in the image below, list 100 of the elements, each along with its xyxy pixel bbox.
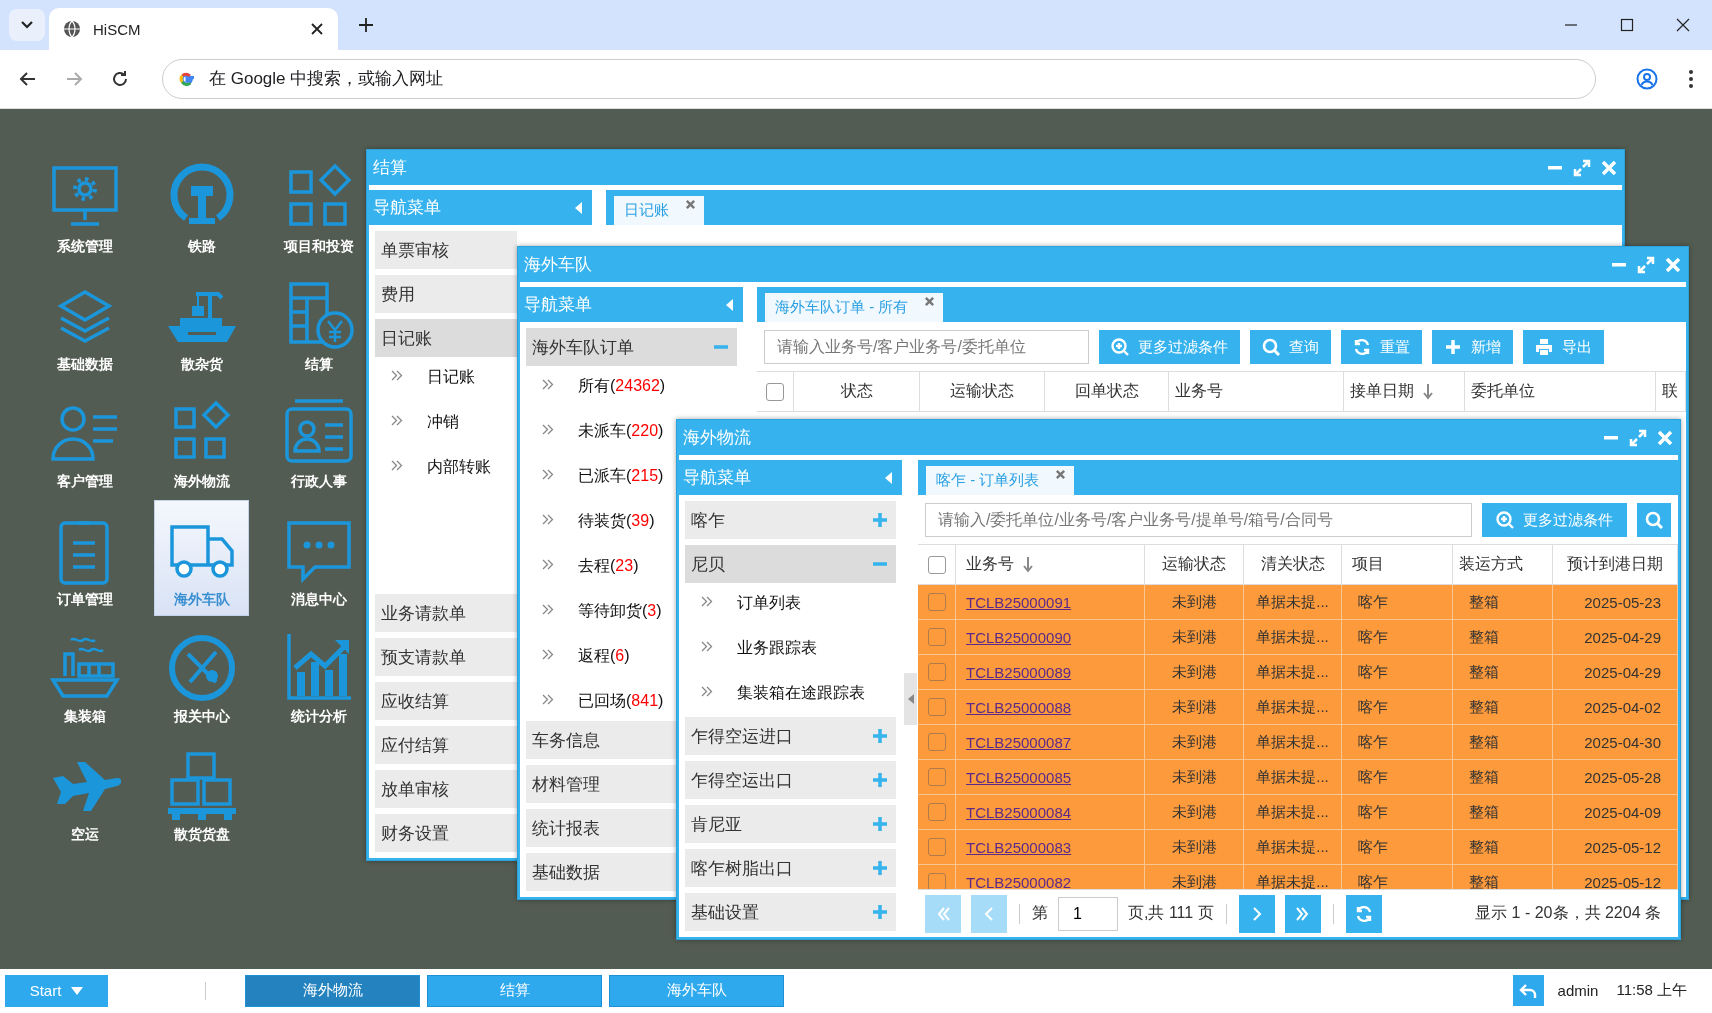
profile-icon[interactable] [1636,68,1658,90]
nav-item[interactable]: 返程(6) [526,642,676,687]
nav-group[interactable]: 乍得空运出口 [685,761,896,799]
nav-group[interactable]: 基础设置 [685,893,896,931]
nav-item[interactable]: 内部转账 [375,453,517,498]
nav-group[interactable]: 尼贝 [685,545,896,583]
nav-group[interactable]: 放单审核 [375,770,517,808]
address-field[interactable]: 在 Google 中搜索，或输入网址 [207,68,1581,90]
order-link[interactable]: TCLB25000090 [966,628,1072,646]
column-header[interactable]: 状态 [794,372,920,411]
column-header[interactable]: 项目 [1342,545,1453,584]
nav-group[interactable]: 单票审核 [375,231,517,269]
logout-button[interactable] [1512,975,1544,1006]
column-header[interactable]: 运输状态 [920,372,1045,411]
nav-item[interactable]: 所有(24362) [526,372,676,417]
nav-group[interactable]: 基础数据 [526,853,676,891]
column-header[interactable]: 委托单位 [1465,372,1656,411]
desktop-shortcut[interactable]: 报关中心 [154,617,249,733]
page-number-field[interactable]: 1 [1058,896,1118,931]
more-menu-icon[interactable] [1688,69,1694,89]
nav-item[interactable]: 未派车(220) [526,417,676,462]
table-row[interactable]: TCLB25000082 未到港 单据未提... 喀乍 整箱 2025-05-12 [918,865,1678,889]
table-row[interactable]: TCLB25000089 未到港 单据未提... 喀乍 整箱 2025-04-29 [918,655,1678,690]
checkbox[interactable] [927,628,946,646]
column-header[interactable]: 预计到港日期 [1553,545,1678,584]
nav-group[interactable]: 应付结算 [375,726,517,764]
desktop-shortcut[interactable]: 基础数据 [37,264,132,381]
collapse-triangle-icon[interactable] [574,200,584,215]
search-button[interactable] [1637,503,1671,537]
maximize-icon[interactable] [1620,18,1634,32]
table-row[interactable]: TCLB25000087 未到港 单据未提... 喀乍 整箱 2025-04-30 [918,725,1678,760]
nav-item[interactable]: 订单列表 [685,589,896,634]
desktop-shortcut[interactable]: 铁路 [154,147,249,263]
search-field[interactable]: 请输入/委托单位/业务号/客户业务号/提单号/箱号/合同号 [925,503,1472,537]
nav-item[interactable]: 已派车(215) [526,462,676,507]
desktop-shortcut[interactable]: 散货货盘 [154,734,249,851]
order-link[interactable]: TCLB25000091 [966,593,1072,611]
nav-item[interactable]: 日记账 [375,363,517,408]
browser-tab[interactable]: HiSCM [49,8,338,50]
desktop-shortcut[interactable]: 统计分析 [271,617,366,733]
nav-item[interactable]: 待装货(39) [526,507,676,552]
collapse-triangle-icon[interactable] [884,470,894,485]
nav-item[interactable]: 业务跟踪表 [685,634,896,679]
nav-group[interactable]: 肯尼亚 [685,805,896,843]
nav-group[interactable]: 车务信息 [526,721,676,759]
taskbar-button[interactable]: 海外物流 [245,974,420,1007]
next-page-button[interactable] [1238,894,1275,933]
desktop-shortcut[interactable]: 结算 [271,264,366,381]
collapse-triangle-icon[interactable] [725,297,735,312]
desktop-shortcut[interactable]: 客户管理 [37,382,132,498]
plus-icon[interactable] [872,816,888,832]
table-row[interactable]: TCLB25000091 未到港 单据未提... 喀乍 整箱 2025-05-23 [918,585,1678,620]
checkbox[interactable] [927,733,946,751]
desktop-shortcut[interactable]: 消息中心 [271,499,366,616]
column-header[interactable]: 业务号 [1169,372,1344,411]
column-header[interactable]: 运输状态 [1145,545,1244,584]
order-link[interactable]: TCLB25000082 [966,873,1072,889]
order-link[interactable]: TCLB25000084 [966,803,1072,821]
collapse-triangle-icon[interactable] [907,693,914,704]
column-header[interactable]: 清关状态 [1244,545,1342,584]
nav-group[interactable]: 费用 [375,275,517,313]
nav-group[interactable]: 统计报表 [526,809,676,847]
reload-icon[interactable] [110,69,130,89]
plus-icon[interactable] [872,772,888,788]
nav-group[interactable]: 业务请款单 [375,594,517,632]
order-link[interactable]: TCLB25000089 [966,663,1072,681]
table-row[interactable]: TCLB25000088 未到港 单据未提... 喀乍 整箱 2025-04-02 [918,690,1678,725]
nav-item[interactable]: 已回场(841) [526,687,676,715]
plus-icon[interactable] [872,512,888,528]
table-row[interactable]: TCLB25000085 未到港 单据未提... 喀乍 整箱 2025-05-28 [918,760,1678,795]
splitter-handle[interactable] [904,672,917,725]
nav-group[interactable]: 海外车队订单 [526,328,737,366]
column-header[interactable]: 接单日期 [1344,372,1465,411]
last-page-button[interactable] [1284,894,1321,933]
desktop-shortcut[interactable]: 行政人事 [271,382,366,498]
nav-group[interactable]: 财务设置 [375,814,517,852]
desktop-shortcut[interactable]: 项目和投资 [271,147,366,263]
close-icon[interactable] [1676,18,1690,32]
nav-group[interactable]: 乍得空运进口 [685,717,896,755]
nav-item[interactable]: 等待卸货(3) [526,597,676,642]
table-row[interactable]: TCLB25000083 未到港 单据未提... 喀乍 整箱 2025-05-12 [918,830,1678,865]
search-field[interactable]: 请输入业务号/客户业务号/委托单位 [764,330,1089,364]
new-tab-icon[interactable] [358,17,374,33]
column-header[interactable]: 联 [1656,372,1686,411]
refresh-button[interactable] [1345,894,1382,933]
order-link[interactable]: TCLB25000087 [966,733,1072,751]
column-header[interactable]: 业务号 [956,545,1145,584]
nav-item[interactable]: 集装箱在途跟踪表 [685,679,896,711]
nav-group[interactable]: 应收结算 [375,682,517,720]
plus-icon[interactable] [872,860,888,876]
desktop-shortcut[interactable]: 空运 [37,734,132,851]
nav-group[interactable]: 日记账 [375,319,517,357]
desktop-shortcut[interactable]: 订单管理 [37,499,132,616]
checkbox[interactable] [927,768,946,786]
checkbox[interactable] [927,803,946,821]
nav-group[interactable]: 喀乍树脂出口 [685,849,896,887]
checkbox[interactable] [927,698,946,716]
order-link[interactable]: TCLB25000088 [966,698,1072,716]
table-row[interactable]: TCLB25000084 未到港 单据未提... 喀乍 整箱 2025-04-09 [918,795,1678,830]
nav-item[interactable]: 去程(23) [526,552,676,597]
